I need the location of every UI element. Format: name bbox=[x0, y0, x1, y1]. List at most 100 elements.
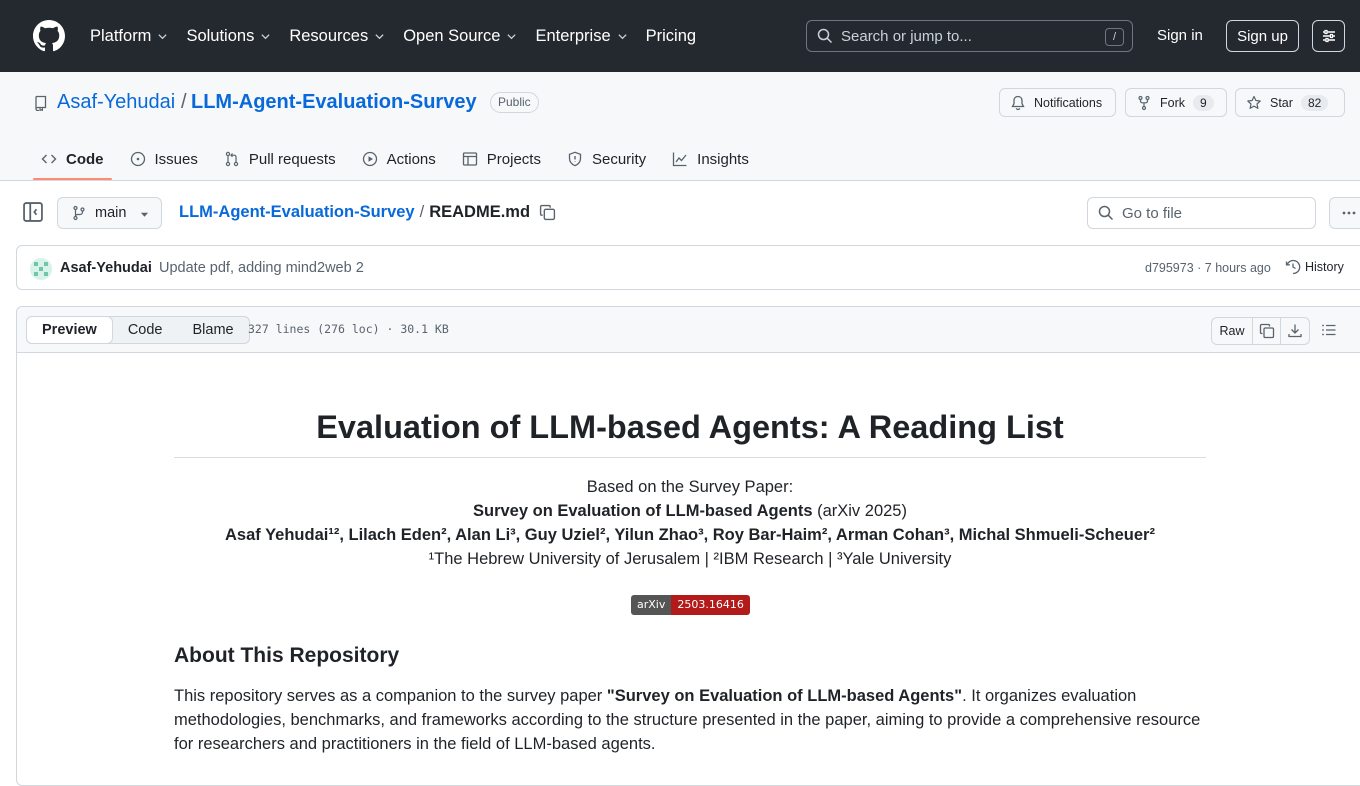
repo-header: Asaf-Yehudai / LLM-Agent-Evaluation-Surv… bbox=[0, 72, 1360, 181]
view-code-button[interactable]: Code bbox=[113, 317, 178, 343]
visibility-badge: Public bbox=[490, 92, 539, 113]
fork-button[interactable]: Fork 9 bbox=[1125, 88, 1227, 117]
paper-title: Survey on Evaluation of LLM-based Agents bbox=[473, 502, 813, 520]
repo-separator: / bbox=[181, 91, 187, 113]
search-icon bbox=[1098, 205, 1114, 221]
affiliations-line: ¹The Hebrew University of Jerusalem | ²I… bbox=[428, 550, 952, 568]
repo-icon bbox=[35, 95, 47, 111]
code-icon bbox=[41, 154, 57, 164]
tab-label: Security bbox=[591, 150, 647, 168]
nav-label: Solutions bbox=[186, 26, 255, 45]
nav-resources[interactable]: Resources bbox=[289, 27, 385, 46]
chevron-down-icon bbox=[507, 33, 517, 39]
avatar[interactable] bbox=[30, 258, 52, 280]
copy-path-icon[interactable] bbox=[539, 204, 556, 221]
sign-up-button[interactable]: Sign up bbox=[1226, 20, 1299, 52]
notifications-label: Notifications bbox=[1034, 95, 1103, 110]
sign-in-link[interactable]: Sign in bbox=[1157, 27, 1203, 44]
tab-projects[interactable]: Projects bbox=[454, 140, 549, 178]
bell-icon bbox=[1011, 95, 1025, 110]
nav-label: Resources bbox=[289, 26, 369, 45]
nav-enterprise[interactable]: Enterprise bbox=[535, 27, 627, 46]
download-icon bbox=[1288, 324, 1302, 338]
tab-actions[interactable]: Actions bbox=[354, 140, 444, 178]
search-icon bbox=[817, 28, 833, 44]
tab-insights[interactable]: Insights bbox=[664, 140, 757, 178]
raw-button[interactable]: Raw bbox=[1212, 318, 1253, 344]
view-mode-switch: Preview Code Blame bbox=[26, 316, 250, 344]
copy-raw-button[interactable] bbox=[1253, 318, 1281, 344]
repo-owner-link[interactable]: Asaf-Yehudai bbox=[57, 91, 175, 114]
go-to-file-input[interactable]: Go to file bbox=[1087, 197, 1316, 229]
search-shortcut-key: / bbox=[1105, 28, 1124, 46]
nav-solutions[interactable]: Solutions bbox=[186, 27, 271, 46]
history-icon bbox=[1285, 259, 1301, 275]
commit-hash-time[interactable]: d795973 · 7 hours ago bbox=[1145, 261, 1271, 275]
issue-icon bbox=[130, 151, 145, 167]
history-button[interactable]: History bbox=[1285, 259, 1344, 275]
nav-pricing[interactable]: Pricing bbox=[646, 27, 696, 46]
tab-label: Code bbox=[66, 150, 104, 168]
commit-message-link[interactable]: Update pdf, adding mind2web 2 bbox=[159, 260, 364, 276]
tab-security[interactable]: Security bbox=[559, 140, 654, 178]
search-input[interactable]: Search or jump to... / bbox=[806, 20, 1133, 52]
fork-count: 9 bbox=[1193, 94, 1214, 111]
top-nav: Platform Solutions Resources Open Source… bbox=[90, 0, 714, 72]
list-outline-icon[interactable] bbox=[1321, 322, 1337, 338]
header-menu-button[interactable] bbox=[1312, 20, 1345, 52]
branch-name: main bbox=[95, 205, 127, 221]
view-blame-button[interactable]: Blame bbox=[178, 317, 249, 343]
breadcrumb-separator: / bbox=[419, 203, 425, 221]
tab-issues[interactable]: Issues bbox=[122, 140, 206, 178]
pull-request-icon bbox=[225, 151, 239, 167]
tab-label: Issues bbox=[154, 150, 198, 168]
global-header: Platform Solutions Resources Open Source… bbox=[0, 0, 1360, 72]
graph-icon bbox=[673, 152, 687, 167]
tab-label: Projects bbox=[486, 150, 541, 168]
branch-selector[interactable]: main bbox=[57, 197, 162, 229]
view-preview-button[interactable]: Preview bbox=[26, 316, 113, 344]
sidebar-collapse-icon[interactable] bbox=[22, 201, 44, 223]
more-options-button[interactable] bbox=[1329, 197, 1360, 229]
nav-label: Enterprise bbox=[535, 26, 611, 45]
github-logo-icon[interactable] bbox=[33, 20, 65, 52]
file-info: 327 lines (276 loc) · 30.1 KB bbox=[248, 322, 449, 336]
search-placeholder: Search or jump to... bbox=[841, 27, 972, 45]
file-viewer: Preview Code Blame 327 lines (276 loc) ·… bbox=[16, 306, 1360, 786]
breadcrumb-repo-link[interactable]: LLM-Agent-Evaluation-Survey bbox=[179, 203, 415, 222]
repo-tabs: Code Issues Pull requests Actions Projec… bbox=[33, 140, 767, 180]
about-heading: About This Repository bbox=[174, 644, 400, 667]
chevron-down-icon bbox=[375, 33, 384, 39]
arxiv-badge[interactable]: arXiv 2503.16416 bbox=[631, 595, 750, 615]
authors-line: Asaf Yehudai¹², Lilach Eden², Alan Li³, … bbox=[225, 526, 1155, 544]
chevron-down-icon bbox=[618, 33, 627, 39]
nav-label: Pricing bbox=[645, 26, 697, 45]
notifications-button[interactable]: Notifications bbox=[999, 88, 1116, 117]
repo-name-link[interactable]: LLM-Agent-Evaluation-Survey bbox=[191, 91, 477, 114]
nav-platform[interactable]: Platform bbox=[90, 27, 168, 46]
readme-title: Evaluation of LLM-based Agents: A Readin… bbox=[316, 409, 1064, 445]
tab-pull-requests[interactable]: Pull requests bbox=[216, 140, 344, 178]
go-to-file-placeholder: Go to file bbox=[1122, 204, 1183, 222]
tab-label: Insights bbox=[697, 150, 749, 168]
tab-code[interactable]: Code bbox=[33, 140, 112, 180]
commit-author-link[interactable]: Asaf-Yehudai bbox=[60, 260, 152, 276]
download-raw-button[interactable] bbox=[1281, 318, 1309, 344]
breadcrumb-file: README.md bbox=[429, 203, 531, 221]
nav-open-source[interactable]: Open Source bbox=[403, 27, 517, 46]
arxiv-badge-id: 2503.16416 bbox=[671, 595, 750, 615]
nav-label: Platform bbox=[90, 26, 152, 45]
chevron-down-icon bbox=[158, 33, 168, 39]
file-header: Preview Code Blame 327 lines (276 loc) ·… bbox=[17, 307, 1360, 353]
title-divider bbox=[174, 457, 1206, 458]
about-text-bold: "Survey on Evaluation of LLM-based Agent… bbox=[606, 687, 963, 705]
tab-label: Pull requests bbox=[248, 150, 336, 168]
fork-label: Fork bbox=[1160, 95, 1185, 110]
star-button[interactable]: Star 82 bbox=[1235, 88, 1345, 117]
paper-line: Survey on Evaluation of LLM-based Agents… bbox=[174, 502, 1206, 521]
star-label: Star bbox=[1270, 95, 1293, 110]
kebab-horizontal-icon bbox=[1342, 211, 1356, 215]
breadcrumb: LLM-Agent-Evaluation-Survey / README.md bbox=[179, 203, 530, 222]
about-text-prefix: This repository serves as a companion to… bbox=[174, 687, 607, 705]
nav-label: Open Source bbox=[403, 26, 501, 45]
